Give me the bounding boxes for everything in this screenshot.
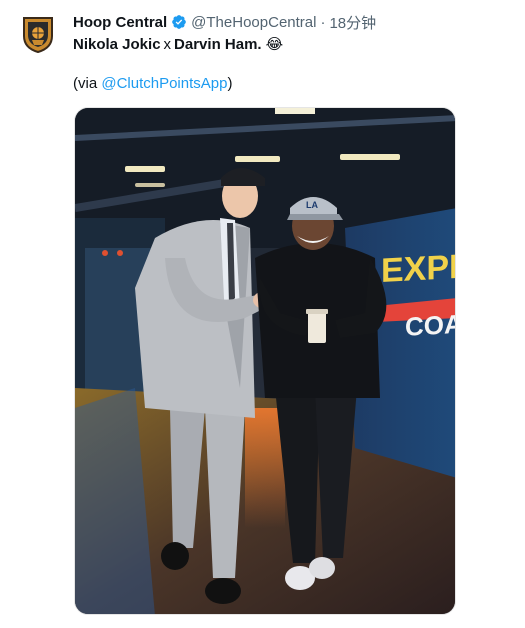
tweet-text: Nikola Jokic x Darvin Ham. 😂 xyxy=(73,35,283,55)
cap-logo: LA xyxy=(306,200,318,210)
ceiling-light xyxy=(340,154,400,160)
name-jokic: Nikola Jokic xyxy=(73,36,161,53)
avatar[interactable] xyxy=(20,14,56,54)
ceiling-light xyxy=(135,183,165,187)
x-separator: x xyxy=(163,36,172,53)
photo-illustration: EXPR COAC LA xyxy=(75,108,456,614)
via-suffix: ) xyxy=(227,75,233,92)
author-handle[interactable]: @TheHoopCentral xyxy=(191,14,316,31)
verified-badge-icon xyxy=(172,15,187,29)
bus-text-express: EXPR xyxy=(381,247,456,290)
ceiling-light xyxy=(125,166,165,172)
tweet[interactable]: Hoop Central @TheHoopCentral · 18分钟 Niko… xyxy=(0,0,525,628)
name-ham: Darvin Ham. xyxy=(174,36,262,53)
coffee-cup xyxy=(308,311,326,343)
ceiling-light xyxy=(275,108,315,114)
separator-dot: · xyxy=(320,13,326,31)
mention-link[interactable]: @ClutchPointsApp xyxy=(101,75,227,92)
author-name[interactable]: Hoop Central xyxy=(73,14,167,31)
hoop-central-logo-icon xyxy=(23,17,53,54)
timestamp[interactable]: 18分钟 xyxy=(329,12,376,33)
via-line: (via @ClutchPointsApp) xyxy=(73,74,232,94)
tweet-header: Hoop Central @TheHoopCentral · 18分钟 xyxy=(73,12,376,32)
tweet-photo[interactable]: EXPR COAC LA xyxy=(74,107,456,615)
ceiling-light xyxy=(235,156,280,162)
laughing-emoji: 😂 xyxy=(265,36,284,53)
via-prefix: (via xyxy=(73,75,102,92)
bus-text-coach: COAC xyxy=(405,308,456,342)
